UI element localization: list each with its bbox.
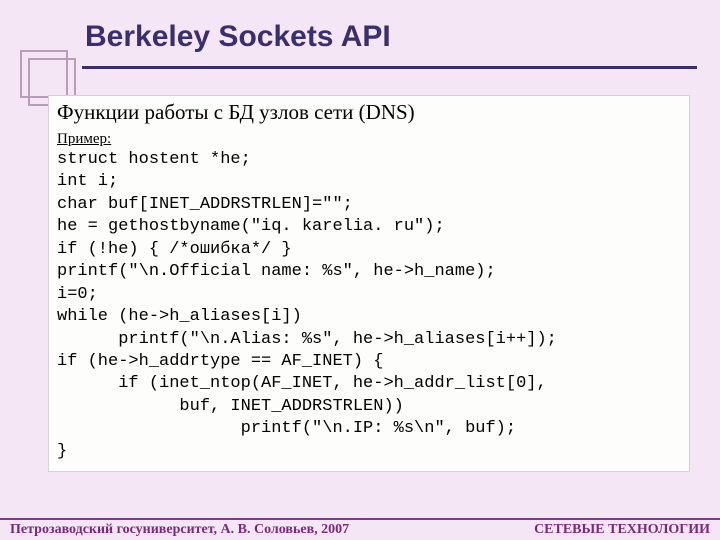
subtitle: Функции работы с БД узлов сети (DNS)	[57, 100, 681, 125]
code-block: struct hostent *he; int i; char buf[INET…	[57, 149, 681, 463]
footer-left: Петрозаводский госуниверситет, А. В. Сол…	[10, 522, 349, 538]
title-underline	[82, 66, 697, 69]
content-box: Функции работы с БД узлов сети (DNS) При…	[48, 95, 690, 472]
slide: Berkeley Sockets API Функции работы с БД…	[0, 0, 720, 540]
slide-title: Berkeley Sockets API	[85, 20, 391, 54]
example-label: Пример:	[57, 131, 681, 148]
footer: Петрозаводский госуниверситет, А. В. Сол…	[0, 518, 720, 540]
footer-right: СЕТЕВЫЕ ТЕХНОЛОГИИ	[534, 522, 710, 538]
